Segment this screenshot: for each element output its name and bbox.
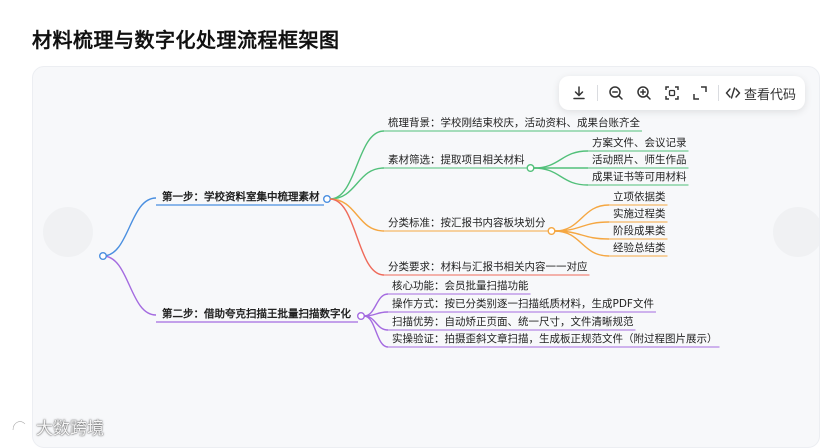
child-node <box>526 163 535 172</box>
zoom-in-icon[interactable] <box>632 81 656 105</box>
view-code-label: 查看代码 <box>744 87 797 103</box>
watermark: 大数跨境 <box>10 414 104 439</box>
child-to-leaf-edge <box>533 167 589 186</box>
root-to-step-edge <box>102 255 157 316</box>
leaf-label: 方案文件、会议记录 <box>592 136 687 149</box>
child-label: 素材筛选：提取项目相关材料 <box>388 153 525 166</box>
child-label: 分类标准：按汇报书内容板块划分 <box>388 216 546 229</box>
fit-screen-icon[interactable] <box>660 81 684 105</box>
watermark-text: 大数跨境 <box>36 419 104 439</box>
view-code-button[interactable]: 查看代码 <box>725 84 796 103</box>
leaf-label: 经验总结类 <box>613 241 666 254</box>
child-label: 核心功能：会员批量扫描功能 <box>392 279 529 292</box>
eye-logo-icon <box>11 419 31 434</box>
step-node <box>323 194 332 203</box>
step-to-child-edge <box>329 167 385 200</box>
step-to-child-edge <box>329 198 385 276</box>
step-label: 第一步：学校资料室集中梳理素材 <box>162 190 320 203</box>
toolbar-divider <box>718 85 719 101</box>
step-to-child-edge <box>363 315 389 348</box>
child-label: 梳理背景：学校刚结束校庆，活动资料、成果台账齐全 <box>388 116 640 129</box>
step-node <box>357 312 366 321</box>
step-label: 第二步：借助夸克扫描王批量扫描数字化 <box>162 307 351 320</box>
leaf-label: 阶段成果类 <box>613 224 666 237</box>
fullscreen-icon[interactable] <box>688 81 712 105</box>
download-icon[interactable] <box>567 81 591 105</box>
step-to-child-edge <box>363 315 389 331</box>
leaf-label: 活动照片、师生作品 <box>592 153 687 166</box>
step-to-child-edge <box>329 198 385 232</box>
child-label: 分类要求：材料与汇报书相关内容一一对应 <box>388 260 588 273</box>
child-label: 操作方式：按已分类别逐一扫描纸质材料，生成PDF文件 <box>392 297 654 310</box>
root-to-step-edge <box>102 197 157 257</box>
zoom-out-icon[interactable] <box>604 81 628 105</box>
root-node <box>98 251 107 260</box>
leaf-label: 成果证书等可用材料 <box>592 170 687 183</box>
leaf-label: 立项依据类 <box>613 190 666 203</box>
child-node <box>547 226 556 235</box>
child-label: 扫描优势：自动矫正页面、统一尺寸，文件清晰规范 <box>392 315 634 328</box>
child-label: 实操验证：拍摄歪斜文章扫描，生成板正规范文件（附过程图片展示） <box>392 332 718 345</box>
leaf-label: 实施过程类 <box>613 207 666 220</box>
diagram-toolbar: 查看代码 <box>559 76 805 110</box>
step-to-child-edge <box>329 130 385 200</box>
step-to-child-edge <box>363 311 389 317</box>
code-icon <box>725 87 741 99</box>
toolbar-divider <box>597 85 598 101</box>
child-to-leaf-edge <box>533 150 589 169</box>
mindmap-diagram: 第一步：学校资料室集中梳理素材 梳理背景：学校刚结束校庆，活动资料、成果台账齐全素… <box>98 116 720 348</box>
